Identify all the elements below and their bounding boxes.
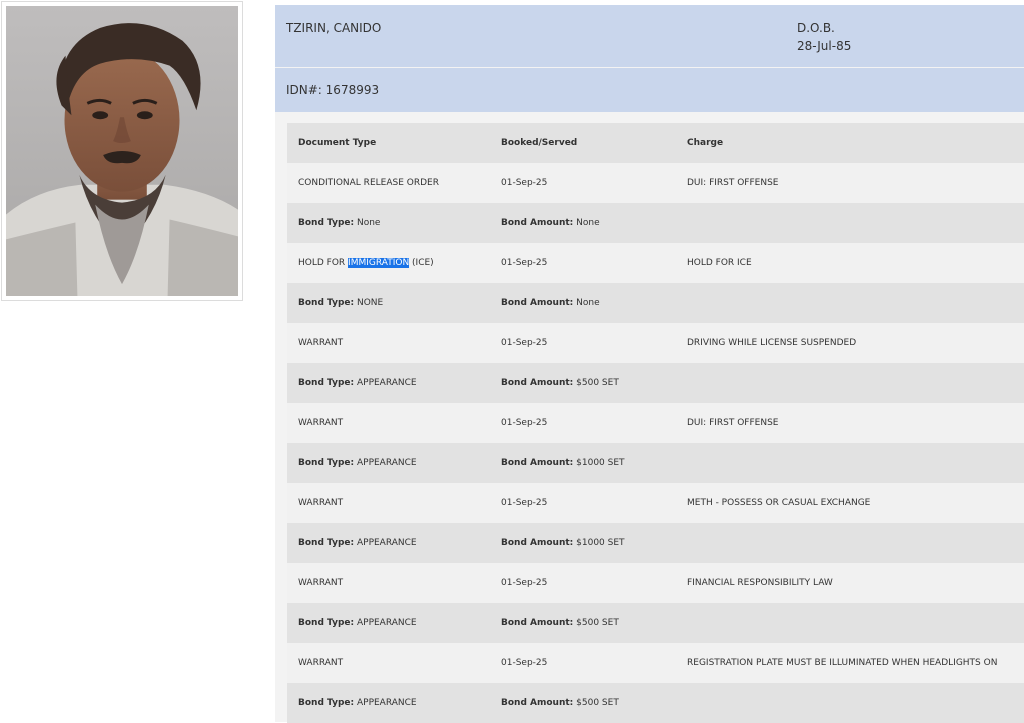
bond-row: Bond Type: APPEARANCE Bond Amount: $1000… [287,523,1024,563]
bond-amount-label: Bond Amount: [501,298,574,308]
booked-cell: 01-Sep-25 [501,658,548,668]
inmate-name: TZIRIN, CANIDO [286,21,382,35]
document-type-cell: WARRANT [298,418,344,428]
bond-type-cell: Bond Type: APPEARANCE [298,603,417,643]
charge-cell: HOLD FOR ICE [687,258,752,268]
bond-type-cell: Bond Type: None [298,203,380,243]
bond-row: Bond Type: APPEARANCE Bond Amount: $1000… [287,443,1024,483]
document-type-cell: WARRANT [298,578,344,588]
bond-amount-value: $500 SET [576,618,619,628]
selected-text[interactable]: IMMIGRATION [348,258,410,268]
inmate-info-panel: TZIRIN, CANIDO D.O.B. 28-Jul-85 IDN#: 16… [275,5,1024,723]
charge-cell: REGISTRATION PLATE MUST BE ILLUMINATED W… [687,658,998,668]
bond-amount-value: $500 SET [576,378,619,388]
table-row: WARRANT 01-Sep-25 METH - POSSESS OR CASU… [287,483,1024,523]
bond-type-value: APPEARANCE [356,378,417,388]
bond-amount-value: None [576,298,600,308]
dob-label: D.O.B. [797,21,835,35]
bond-type-cell: Bond Type: APPEARANCE [298,523,417,563]
document-type-cell: WARRANT [298,498,344,508]
header-document-type: Document Type [298,138,377,148]
bond-amount-label: Bond Amount: [501,378,574,388]
bond-amount-cell: Bond Amount: $1000 SET [501,523,625,563]
bond-type-value: APPEARANCE [356,618,417,628]
inmate-header: TZIRIN, CANIDO D.O.B. 28-Jul-85 [275,5,1024,67]
bond-amount-cell: Bond Amount: $500 SET [501,683,619,723]
bond-amount-cell: Bond Amount: $500 SET [501,603,619,643]
booked-cell: 01-Sep-25 [501,338,548,348]
table-row: WARRANT 01-Sep-25 DUI: FIRST OFFENSE [287,403,1024,443]
bond-type-cell: Bond Type: NONE [298,283,383,323]
bond-type-label: Bond Type: [298,378,355,388]
bond-amount-label: Bond Amount: [501,538,574,548]
document-type-cell: WARRANT [298,338,344,348]
bond-type-value: None [356,218,381,228]
booked-cell: 01-Sep-25 [501,178,548,188]
bond-row: Bond Type: None Bond Amount: None [287,203,1024,243]
bond-type-label: Bond Type: [298,298,355,308]
document-type-cell: CONDITIONAL RELEASE ORDER [298,178,439,188]
table-row: WARRANT 01-Sep-25 FINANCIAL RESPONSIBILI… [287,563,1024,603]
bond-type-label: Bond Type: [298,698,355,708]
bond-type-label: Bond Type: [298,458,355,468]
bond-type-value: NONE [356,298,384,308]
bond-type-label: Bond Type: [298,538,355,548]
booked-cell: 01-Sep-25 [501,578,548,588]
bond-amount-value: None [576,218,600,228]
idn-row: IDN#: 1678993 [275,68,1024,112]
mugshot-frame [1,1,243,301]
bond-row: Bond Type: APPEARANCE Bond Amount: $500 … [287,603,1024,643]
bond-type-cell: Bond Type: APPEARANCE [298,683,417,723]
booked-cell: 01-Sep-25 [501,418,548,428]
bond-amount-cell: Bond Amount: $1000 SET [501,443,625,483]
header-charge: Charge [687,138,724,148]
charge-cell: DUI: FIRST OFFENSE [687,418,779,428]
document-type-cell: WARRANT [298,658,344,668]
charge-cell: FINANCIAL RESPONSIBILITY LAW [687,578,833,588]
bond-type-value: APPEARANCE [356,458,417,468]
charge-cell: DRIVING WHILE LICENSE SUSPENDED [687,338,857,348]
bond-amount-cell: Bond Amount: None [501,283,600,323]
idn-number: IDN#: 1678993 [286,83,380,97]
table-header-row: Document Type Booked/Served Charge [287,123,1024,163]
bond-amount-value: $1000 SET [576,538,625,548]
dob-value: 28-Jul-85 [797,39,852,53]
bond-amount-label: Bond Amount: [501,698,574,708]
booked-cell: 01-Sep-25 [501,498,548,508]
bond-type-label: Bond Type: [298,618,355,628]
bond-row: Bond Type: NONE Bond Amount: None [287,283,1024,323]
charge-cell: DUI: FIRST OFFENSE [687,178,779,188]
mugshot-photo [6,6,238,296]
bond-type-value: APPEARANCE [356,538,417,548]
bond-amount-label: Bond Amount: [501,458,574,468]
bond-amount-cell: Bond Amount: $500 SET [501,363,619,403]
bond-type-cell: Bond Type: APPEARANCE [298,363,417,403]
bond-type-value: APPEARANCE [356,698,417,708]
bond-row: Bond Type: APPEARANCE Bond Amount: $500 … [287,363,1024,403]
table-row: WARRANT 01-Sep-25 DRIVING WHILE LICENSE … [287,323,1024,363]
bond-amount-cell: Bond Amount: None [501,203,600,243]
document-text-pre: HOLD FOR [298,258,349,268]
charge-cell: METH - POSSESS OR CASUAL EXCHANGE [687,498,871,508]
bond-amount-label: Bond Amount: [501,618,574,628]
bond-type-cell: Bond Type: APPEARANCE [298,443,417,483]
table-row: HOLD FOR IMMIGRATION (ICE) 01-Sep-25 HOL… [287,243,1024,283]
document-text-post: (ICE) [409,258,434,268]
bond-row: Bond Type: APPEARANCE Bond Amount: $500 … [287,683,1024,723]
bond-amount-value: $1000 SET [576,458,625,468]
bond-type-label: Bond Type: [298,218,355,228]
table-row: WARRANT 01-Sep-25 REGISTRATION PLATE MUS… [287,643,1024,683]
charges-table: Document Type Booked/Served Charge CONDI… [287,123,1024,723]
bond-amount-label: Bond Amount: [501,218,574,228]
bond-amount-value: $500 SET [576,698,619,708]
header-booked-served: Booked/Served [501,138,578,148]
table-row: CONDITIONAL RELEASE ORDER 01-Sep-25 DUI:… [287,163,1024,203]
document-type-cell: HOLD FOR IMMIGRATION (ICE) [298,243,434,283]
booked-cell: 01-Sep-25 [501,258,548,268]
